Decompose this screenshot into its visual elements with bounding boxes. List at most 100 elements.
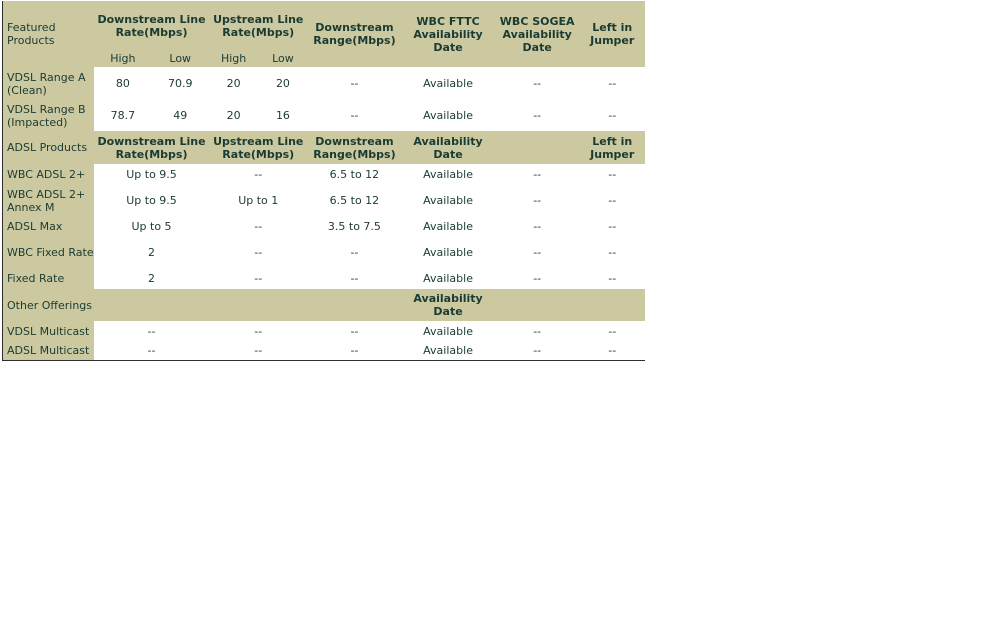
cell: 6.5 to 12	[307, 185, 402, 216]
table-row: WBC ADSL 2+ Up to 9.5 -- 6.5 to 12 Avail…	[2, 164, 645, 185]
cell: --	[579, 341, 645, 360]
cell: --	[579, 321, 645, 341]
table-row: VDSL Multicast -- -- -- Available -- --	[2, 321, 645, 341]
cell: --	[494, 185, 580, 216]
cell: --	[307, 237, 402, 268]
empty-header	[579, 289, 645, 321]
availability-date-header: Availability Date	[401, 131, 495, 164]
cell: --	[494, 321, 580, 341]
adsl-header-row: ADSL Products Downstream Line Rate(Mbps)…	[2, 131, 645, 164]
cell: --	[494, 268, 580, 289]
table-row: ADSL Max Up to 5 -- 3.5 to 7.5 Available…	[2, 216, 645, 237]
cell: Available	[401, 164, 495, 185]
cell: Available	[401, 216, 495, 237]
cell: --	[494, 100, 580, 131]
cell: --	[579, 268, 645, 289]
cell: 6.5 to 12	[307, 164, 402, 185]
product-name: Fixed Rate	[2, 268, 95, 289]
product-name: ADSL Max	[2, 216, 95, 237]
cell: Available	[401, 185, 495, 216]
product-name: VDSL Range B (Impacted)	[2, 100, 95, 131]
table-row: VDSL Range A (Clean) 80 70.9 20 20 -- Av…	[2, 67, 645, 100]
cell: Up to 1	[208, 185, 308, 216]
cell: 20	[208, 100, 259, 131]
upstream-line-rate-header: Upstream Line Rate(Mbps)	[208, 131, 308, 164]
downstream-range-header: Downstream Range(Mbps)	[307, 131, 402, 164]
product-name: VDSL Multicast	[2, 321, 95, 341]
cell: --	[579, 216, 645, 237]
left-in-jumper-header: Left in Jumper	[579, 131, 645, 164]
upstream-low-header: Low	[258, 50, 308, 67]
cell: --	[579, 237, 645, 268]
cell: --	[208, 216, 308, 237]
table-row: VDSL Range B (Impacted) 78.7 49 20 16 --…	[2, 100, 645, 131]
availability-date-header: Availability Date	[401, 289, 495, 321]
table-row: Fixed Rate 2 -- -- Available -- --	[2, 268, 645, 289]
wbc-fttc-availability-header: WBC FTTC Availability Date	[401, 1, 495, 67]
downstream-line-rate-header: Downstream Line Rate(Mbps)	[94, 1, 209, 50]
cell: --	[307, 268, 402, 289]
downstream-line-rate-header: Downstream Line Rate(Mbps)	[94, 131, 209, 164]
cell: --	[208, 164, 308, 185]
broadband-availability-table: Featured Products Downstream Line Rate(M…	[2, 1, 645, 361]
table-row: ADSL Multicast -- -- -- Available -- --	[2, 341, 645, 360]
adsl-products-header: ADSL Products	[2, 131, 95, 164]
other-header-row: Other Offerings Availability Date	[2, 289, 645, 321]
cell: --	[307, 100, 402, 131]
cell: 49	[151, 100, 209, 131]
cell: --	[307, 67, 402, 100]
cell: 16	[258, 100, 308, 131]
cell: 2	[94, 237, 209, 268]
cell: --	[494, 237, 580, 268]
downstream-high-header: High	[94, 50, 152, 67]
empty-header	[94, 289, 209, 321]
cell: --	[494, 216, 580, 237]
cell: Up to 5	[94, 216, 209, 237]
cell: Available	[401, 268, 495, 289]
cell: 78.7	[94, 100, 152, 131]
cell: Available	[401, 341, 495, 360]
cell: --	[94, 321, 209, 341]
cell: --	[208, 341, 308, 360]
cell: 80	[94, 67, 152, 100]
product-name: WBC Fixed Rate	[2, 237, 95, 268]
downstream-low-header: Low	[151, 50, 209, 67]
table-row: WBC ADSL 2+ Annex M Up to 9.5 Up to 1 6.…	[2, 185, 645, 216]
downstream-range-header: Downstream Range(Mbps)	[307, 1, 402, 67]
product-name: VDSL Range A (Clean)	[2, 67, 95, 100]
cell: --	[307, 321, 402, 341]
cell: 2	[94, 268, 209, 289]
cell: --	[579, 164, 645, 185]
empty-header	[494, 289, 580, 321]
cell: --	[307, 341, 402, 360]
cell: Available	[401, 100, 495, 131]
cell: 70.9	[151, 67, 209, 100]
empty-header	[307, 289, 402, 321]
cell: Available	[401, 321, 495, 341]
cell: --	[94, 341, 209, 360]
empty-header	[208, 289, 308, 321]
cell: --	[208, 237, 308, 268]
product-name: WBC ADSL 2+ Annex M	[2, 185, 95, 216]
cell: 20	[258, 67, 308, 100]
other-offerings-header: Other Offerings	[2, 289, 95, 321]
featured-header-row: Featured Products Downstream Line Rate(M…	[2, 1, 645, 67]
upstream-high-header: High	[208, 50, 259, 67]
left-in-jumper-header: Left in Jumper	[579, 1, 645, 67]
cell: Available	[401, 237, 495, 268]
cell: Up to 9.5	[94, 185, 209, 216]
table-row: WBC Fixed Rate 2 -- -- Available -- --	[2, 237, 645, 268]
wbc-sogea-availability-header: WBC SOGEA Availability Date	[494, 1, 580, 67]
cell: --	[494, 67, 580, 100]
cell: Available	[401, 67, 495, 100]
cell: --	[579, 100, 645, 131]
product-name: ADSL Multicast	[2, 341, 95, 360]
cell: 3.5 to 7.5	[307, 216, 402, 237]
upstream-line-rate-header: Upstream Line Rate(Mbps)	[208, 1, 308, 50]
empty-header	[494, 131, 580, 164]
featured-products-header: Featured Products	[2, 1, 95, 67]
cell: --	[208, 268, 308, 289]
cell: --	[579, 185, 645, 216]
cell: --	[494, 341, 580, 360]
cell: 20	[208, 67, 259, 100]
